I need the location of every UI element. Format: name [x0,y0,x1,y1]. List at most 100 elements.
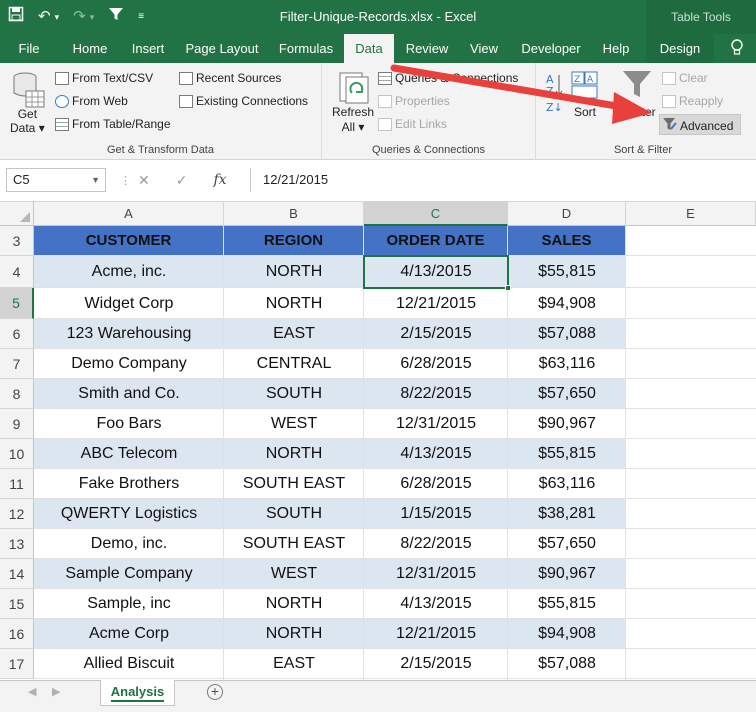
from-table-range-button[interactable]: From Table/Range [55,117,171,131]
empty-cell[interactable] [626,409,756,439]
table-cell[interactable]: $55,815 [508,439,626,469]
table-cell[interactable]: QWERTY Logistics [34,499,224,529]
row-header[interactable]: 14 [0,559,34,589]
table-cell[interactable]: $55,815 [508,256,626,288]
table-cell[interactable]: $57,650 [508,379,626,409]
table-cell[interactable]: ABC Telecom [34,439,224,469]
table-cell[interactable]: $63,116 [508,349,626,379]
table-cell[interactable]: Acme Corp [34,619,224,649]
table-cell[interactable]: Foo Bars [34,409,224,439]
table-cell[interactable]: Acme, inc. [34,256,224,288]
name-box[interactable]: C5 ▼ [6,168,106,192]
table-cell[interactable]: NORTH [224,256,364,288]
table-cell[interactable]: $63,116 [508,469,626,499]
row-header[interactable]: 16 [0,619,34,649]
empty-cell[interactable] [626,349,756,379]
chevron-down-icon[interactable]: ▼ [91,169,100,191]
table-header-cell[interactable]: SALES [508,226,626,256]
empty-cell[interactable] [626,499,756,529]
table-cell[interactable]: $55,815 [508,589,626,619]
row-header[interactable]: 7 [0,349,34,379]
table-cell[interactable]: 8/22/2015 [364,529,508,559]
tab-file[interactable]: File [8,34,50,63]
column-header-d[interactable]: D [508,202,626,226]
row-header[interactable]: 10 [0,439,34,469]
table-cell[interactable]: Sample Company [34,559,224,589]
empty-cell[interactable] [626,619,756,649]
table-cell[interactable]: WEST [224,409,364,439]
table-cell[interactable]: 123 Warehousing [34,319,224,349]
table-cell[interactable]: NORTH [224,589,364,619]
spreadsheet-grid[interactable]: A B C D E 3 CUSTOMER REGION ORDER DATE SALES… [0,202,756,680]
cancel-icon[interactable]: ✕ [138,172,150,189]
table-cell[interactable]: $90,967 [508,409,626,439]
table-cell[interactable]: EAST [224,319,364,349]
table-cell[interactable]: 12/21/2015 [364,288,508,319]
tab-data[interactable]: Data [344,34,394,64]
table-cell[interactable]: CENTRAL [224,349,364,379]
table-cell[interactable]: NORTH [224,288,364,319]
empty-cell[interactable] [626,226,756,256]
formula-input[interactable]: 12/21/2015 [250,168,756,192]
table-cell[interactable]: Sample, inc [34,589,224,619]
enter-icon[interactable]: ✓ [176,172,188,189]
table-cell[interactable]: SOUTH [224,499,364,529]
from-web-button[interactable]: From Web [55,94,128,108]
recent-sources-button[interactable]: Recent Sources [179,71,281,85]
from-text-csv-button[interactable]: From Text/CSV [55,71,153,85]
queries-connections-button[interactable]: Queries & Connections [378,71,518,85]
column-header-e[interactable]: E [626,202,756,226]
selected-cell-c5[interactable] [363,255,509,289]
tab-view[interactable]: View [462,34,506,63]
table-cell[interactable]: SOUTH EAST [224,469,364,499]
lightbulb-icon[interactable] [724,34,750,63]
row-header[interactable]: 6 [0,319,34,349]
select-all-button[interactable] [0,202,34,226]
tab-review[interactable]: Review [400,34,454,63]
row-header[interactable]: 13 [0,529,34,559]
table-header-cell[interactable]: ORDER DATE [364,226,508,256]
table-cell[interactable]: 12/31/2015 [364,409,508,439]
sheet-tab-analysis[interactable]: Analysis [100,680,175,706]
column-header-b[interactable]: B [224,202,364,226]
empty-cell[interactable] [626,649,756,679]
table-header-cell[interactable]: REGION [224,226,364,256]
row-header[interactable]: 4 [0,256,34,288]
tab-page-layout[interactable]: Page Layout [182,34,262,63]
column-header-c[interactable]: C [364,202,508,226]
column-header-a[interactable]: A [34,202,224,226]
insert-function-icon[interactable]: fx [213,172,226,188]
row-header[interactable]: 15 [0,589,34,619]
filter-button[interactable]: Filter [629,105,656,119]
row-header[interactable]: 8 [0,379,34,409]
table-cell[interactable]: Demo Company [34,349,224,379]
table-cell[interactable]: 12/21/2015 [364,619,508,649]
table-cell[interactable]: $57,650 [508,529,626,559]
scroll-left-icon[interactable]: ◀ [28,685,36,698]
empty-cell[interactable] [626,529,756,559]
empty-cell[interactable] [626,256,756,288]
sort-button[interactable]: Sort [574,105,596,119]
empty-cell[interactable] [626,379,756,409]
table-cell[interactable]: $94,908 [508,288,626,319]
table-cell[interactable]: $57,088 [508,319,626,349]
scroll-right-icon[interactable]: ▶ [52,685,60,698]
tab-design[interactable]: Design [646,34,714,63]
table-cell[interactable]: $38,281 [508,499,626,529]
table-cell[interactable]: Allied Biscuit [34,649,224,679]
sort-az-icon[interactable]: A Z Z↓ [544,71,566,120]
empty-cell[interactable] [626,589,756,619]
empty-cell[interactable] [626,469,756,499]
empty-cell[interactable] [626,319,756,349]
table-cell[interactable]: 4/13/2015 [364,589,508,619]
table-cell[interactable]: 4/13/2015 [364,439,508,469]
tab-home[interactable]: Home [64,34,116,63]
table-header-cell[interactable]: CUSTOMER [34,226,224,256]
row-header[interactable]: 3 [0,226,34,256]
table-cell[interactable]: Demo, inc. [34,529,224,559]
table-cell[interactable]: 6/28/2015 [364,469,508,499]
table-cell[interactable]: $57,088 [508,649,626,679]
row-header[interactable]: 12 [0,499,34,529]
get-data-button[interactable]: Get Data ▾ [10,107,45,135]
empty-cell[interactable] [626,559,756,589]
